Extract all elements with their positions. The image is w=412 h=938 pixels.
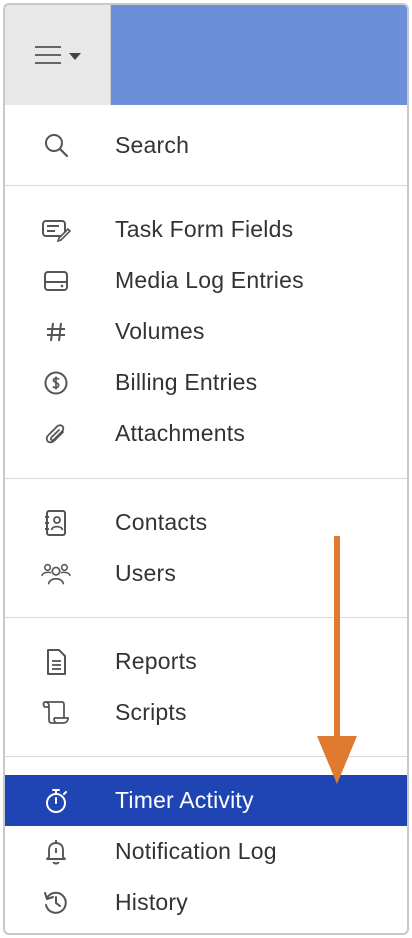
- menu-item-label: Reports: [115, 648, 197, 674]
- menu-item-label: Scripts: [115, 699, 187, 725]
- menu-item-history[interactable]: History: [5, 877, 407, 928]
- dollar-circle-icon: [41, 368, 71, 398]
- menu-item-label: History: [115, 889, 188, 915]
- menu-item-label: Contacts: [115, 509, 208, 535]
- caret-down-icon: [68, 52, 81, 60]
- menu-item-label: Attachments: [115, 420, 246, 446]
- menu-item-label: Timer Activity: [115, 787, 254, 813]
- menu-item-volumes[interactable]: Volumes: [5, 306, 407, 357]
- menu-item-notification-log[interactable]: Notification Log: [5, 826, 407, 877]
- navigation-menu: Search Task Form Fields Media Log Entrie…: [5, 105, 407, 928]
- menu-item-label: Task Form Fields: [115, 216, 294, 242]
- hamburger-menu-icon: [34, 45, 61, 65]
- form-edit-icon: [41, 215, 71, 245]
- history-icon: [41, 888, 71, 918]
- menu-item-label: Billing Entries: [115, 369, 258, 395]
- document-icon: [41, 647, 71, 677]
- menu-item-label: Search: [115, 131, 190, 158]
- media-drive-icon: [41, 266, 71, 296]
- menu-item-label: Volumes: [115, 318, 205, 344]
- menu-item-search[interactable]: Search: [5, 105, 407, 185]
- contact-card-icon: [41, 508, 71, 538]
- stopwatch-icon: [41, 786, 71, 816]
- menu-item-label: Users: [115, 560, 177, 586]
- menu-item-billing-entries[interactable]: Billing Entries: [5, 357, 407, 408]
- script-scroll-icon: [41, 698, 71, 728]
- search-icon: [41, 130, 71, 160]
- menu-item-attachments[interactable]: Attachments: [5, 408, 407, 459]
- top-bar: [5, 5, 407, 105]
- menu-item-label: Media Log Entries: [115, 267, 304, 293]
- menu-item-task-form-fields[interactable]: Task Form Fields: [5, 204, 407, 255]
- app-frame: Search Task Form Fields Media Log Entrie…: [3, 3, 409, 935]
- hash-icon: [41, 317, 71, 347]
- menu-item-media-log-entries[interactable]: Media Log Entries: [5, 255, 407, 306]
- bell-icon: [41, 837, 71, 867]
- down-arrow-icon: [317, 536, 357, 784]
- paperclip-icon: [41, 419, 71, 449]
- users-icon: [41, 559, 71, 589]
- menu-item-label: Notification Log: [115, 838, 277, 864]
- menu-toggle-button[interactable]: [5, 5, 111, 105]
